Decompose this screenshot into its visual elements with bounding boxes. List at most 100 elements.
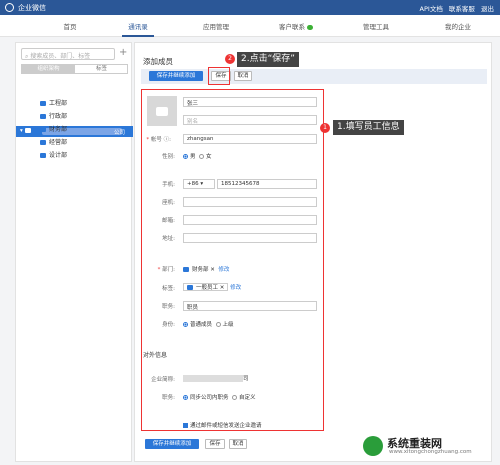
dept-label: 行政部 [49,113,68,120]
identity-member-label: 普通成员 [190,322,213,328]
top-toolbar: 保存并继续添加 保存 取消 [141,69,487,84]
identity-radio-group: 普通成员 上级 [183,320,234,328]
sidebar-item-finance[interactable]: 财务部 [40,124,67,133]
camera-icon [156,107,168,116]
wechat-icon [307,24,313,30]
sidebar-item-engineering[interactable]: 工程部 [40,98,67,107]
step-1-badge: 1 [320,123,330,133]
top-bar: 企业微信 API文档 联系客服 退出 [0,0,500,15]
invite-checkbox[interactable] [183,423,188,428]
fill-info-callout: 1.填写员工信息 [333,120,404,135]
dept-selection: 财务部 ✕ 修改 [183,265,229,273]
blurred-corp-name [183,375,243,382]
job-sync-label: 同步公司内职务 [190,395,229,401]
save-continue-button[interactable]: 保存并继续添加 [149,71,203,81]
nav-admin-tools[interactable]: 管理工具 [346,21,406,31]
invite-label: 通过邮件或短信发送企业邀请 [190,423,262,429]
site-watermark: 系统重装网 www.xitongchongzhuang.com [359,433,489,459]
job-custom-radio[interactable] [232,395,238,400]
sidebar-item-operations[interactable]: 经营部 [40,137,67,146]
external-info-title: 对外信息 [143,352,168,359]
corp-suffix: 司 [243,376,249,382]
tab-org-structure[interactable]: 组织架构 [22,65,75,73]
modify-tag-link[interactable]: 修改 [230,285,241,291]
dept-label: 设计部 [49,152,68,159]
job-sync-radio[interactable] [183,395,188,400]
alias-field[interactable]: 别名 [183,115,317,125]
country-code-select[interactable]: +86 ▾ [183,179,215,189]
sidebar-item-design[interactable]: 设计部 [40,150,67,159]
tag-selection: 一般员工 ✕ 修改 [183,283,241,291]
invite-checkbox-row[interactable]: 通过邮件或短信发送企业邀请 [183,421,262,429]
gender-female-label: 女 [206,154,212,160]
tag-label: 标签: [162,286,175,292]
dept-value: 财务部 [192,267,209,273]
tag-chip: 一般员工 ✕ [183,283,229,291]
nav-home[interactable]: 首页 [40,21,100,31]
corp-abbr-value: 司 [183,374,249,382]
search-input[interactable]: ⌕ 搜索成员、部门、标签 [21,48,115,60]
folder-icon [40,101,46,106]
company-root-node[interactable]: ▾ 公司 [16,126,133,137]
dept-label: 经营部 [49,139,68,146]
address-field[interactable] [183,233,317,243]
dept-label: 工程部 [49,100,68,107]
cancel-button[interactable]: 取消 [234,71,252,81]
brand-name: 企业微信 [18,4,46,12]
tab-tags[interactable]: 标签 [75,65,128,73]
logout-link[interactable]: 退出 [481,5,494,13]
position-field[interactable]: 职员 [183,301,317,311]
nav-contacts[interactable]: 通讯录 [108,21,168,37]
org-sidebar: ⌕ 搜索成员、部门、标签 + 组织架构 标签 ▾ 公司 工程部 行政部 财务部 … [15,42,133,462]
job-custom-label: 自定义 [239,395,256,401]
dept-label-text: 部门: [162,267,175,273]
dept-label: 财务部 [49,126,68,133]
folder-icon [24,128,31,133]
name-field[interactable]: 张三 [183,97,317,107]
tel-label: 座机: [162,200,175,206]
phone-field[interactable]: 18512345678 [217,179,317,189]
identity-member-radio[interactable] [183,322,188,327]
api-docs-link[interactable]: API文档 [420,5,443,13]
email-field[interactable] [183,215,317,225]
job-label: 职务: [162,395,175,401]
folder-icon [40,114,46,119]
save-continue-button-bottom[interactable]: 保存并继续添加 [145,439,199,449]
top-links: API文档 联系客服 退出 [416,3,494,13]
folder-icon [40,127,46,132]
identity-superior-label: 上级 [222,322,234,328]
gender-radio-group: 男 女 [183,152,212,160]
sidebar-tabs: 组织架构 标签 [21,64,128,74]
folder-icon [183,267,189,272]
sidebar-item-admin[interactable]: 行政部 [40,111,67,120]
nav-customer-contact-label: 客户联系 [279,23,305,31]
avatar-upload[interactable] [147,96,177,126]
gender-male-radio[interactable] [183,154,188,159]
add-icon[interactable]: + [119,47,127,58]
tel-field[interactable] [183,197,317,207]
account-label-text: 帐号 [150,137,162,143]
account-label: * 帐号 ⓘ: [146,137,171,143]
search-placeholder: 搜索成员、部门、标签 [30,53,91,60]
address-label: 地址: [162,236,175,242]
contact-support-link[interactable]: 联系客服 [449,5,475,13]
watermark-url: www.xitongchongzhuang.com [389,449,472,455]
identity-superior-radio[interactable] [215,322,221,327]
nav-my-company[interactable]: 我的企业 [428,21,488,31]
position-label: 职务: [162,304,175,310]
gender-male-label: 男 [190,154,196,160]
tag-value: 一般员工 [196,285,219,291]
phone-label: 手机: [162,182,175,188]
save-button-bottom[interactable]: 保存 [205,439,225,449]
nav-customer-contact[interactable]: 客户联系 [266,21,326,31]
country-code-value: +86 [187,181,199,187]
main-nav: 首页 通讯录 应用管理 客户联系 管理工具 我的企业 [0,15,500,37]
bottom-toolbar: 保存并继续添加 保存 取消 [141,437,341,452]
cancel-button-bottom[interactable]: 取消 [229,439,247,449]
account-field[interactable]: zhangsan [183,134,317,144]
corp-abbr-label: 企业简称: [151,377,175,383]
gender-female-radio[interactable] [199,154,205,159]
modify-dept-link[interactable]: 修改 [218,267,229,273]
save-highlight-box [208,67,230,85]
nav-app-management[interactable]: 应用管理 [186,21,246,31]
